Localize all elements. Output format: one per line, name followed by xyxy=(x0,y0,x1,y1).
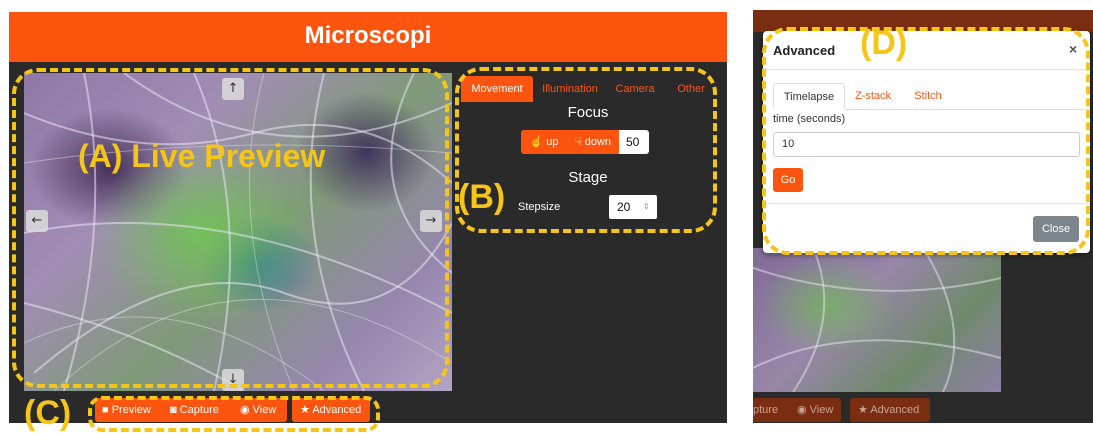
annotation-box-c xyxy=(88,396,380,432)
right-eye-icon: ◉ xyxy=(797,404,807,416)
annotation-label-c: (C) xyxy=(24,394,72,432)
app-title: Microscopi xyxy=(9,12,727,62)
right-fiber-texture xyxy=(753,248,1001,392)
annotation-label-a: (A) Live Preview xyxy=(78,138,326,174)
right-view-label: View xyxy=(809,404,834,416)
right-preview-image xyxy=(753,248,1001,392)
annotation-label-d: (D) xyxy=(860,24,908,62)
right-capture-button[interactable]: pture xyxy=(753,398,791,422)
right-view-button[interactable]: ◉ View xyxy=(791,398,841,422)
right-advanced-button[interactable]: ★ Advanced xyxy=(850,398,930,422)
right-star-icon: ★ xyxy=(858,404,868,416)
annotation-box-a xyxy=(12,68,449,388)
annotation-label-b: (B) xyxy=(458,178,506,216)
annotation-box-d xyxy=(762,27,1090,255)
right-capture-label: pture xyxy=(753,404,779,416)
right-advanced-label: Advanced xyxy=(870,404,920,416)
